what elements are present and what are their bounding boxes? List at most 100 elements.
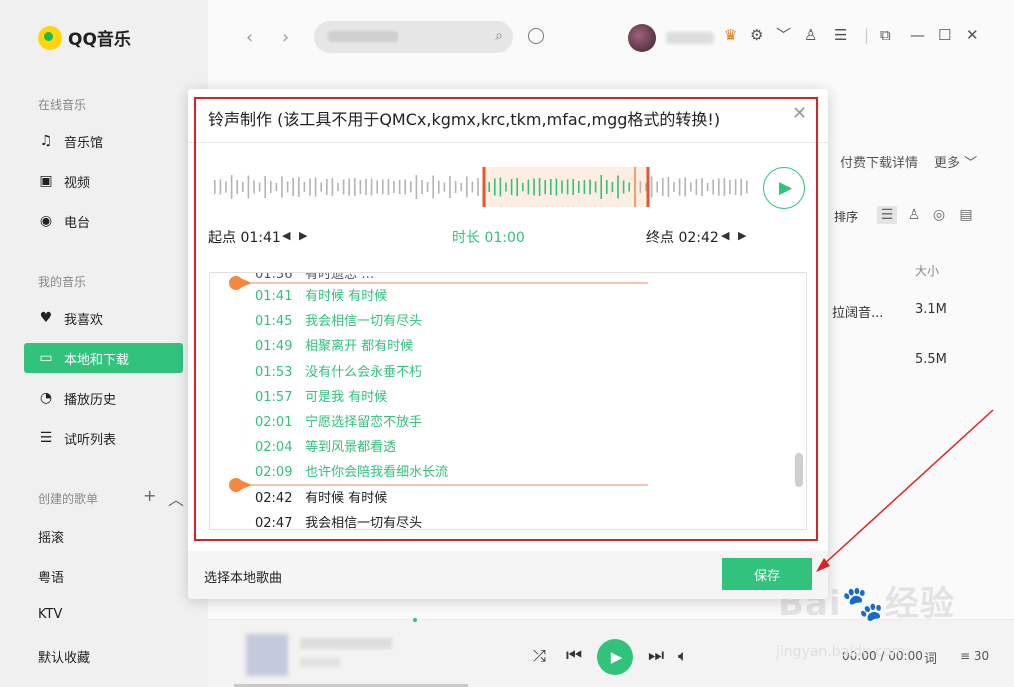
app-name: QQ音乐: [68, 30, 131, 50]
voice-search-icon[interactable]: [528, 28, 544, 44]
album-cell[interactable]: 拉阔音...: [832, 302, 883, 321]
end-increase-icon[interactable]: ▶: [738, 229, 746, 242]
lyric-line[interactable]: 02:47 我会相信一切有尽头: [255, 512, 422, 530]
waveform-bar: [214, 180, 216, 194]
playlist-item[interactable]: KTV: [38, 607, 62, 622]
skin-icon[interactable]: ♙: [804, 28, 817, 43]
avatar[interactable]: [628, 24, 656, 52]
list-view-icon[interactable]: ☰: [877, 206, 897, 224]
playlist-item[interactable]: 粤语: [38, 567, 64, 586]
lyric-button[interactable]: 词: [924, 648, 937, 667]
paid-download-detail-link[interactable]: 付费下载详情: [840, 152, 918, 171]
waveform[interactable]: [212, 167, 752, 207]
lyric-line[interactable]: 02:01 宁愿选择留恋不放手: [255, 411, 422, 430]
sidebar-item-local-download[interactable]: ▭ 本地和下载: [24, 343, 183, 373]
lyric-text: 可是我 有时候: [305, 389, 388, 405]
playhead: [634, 167, 636, 207]
play-pause-button[interactable]: ▶: [597, 639, 633, 675]
sidebar-item-history[interactable]: ◔ 播放历史: [24, 383, 183, 413]
username-blurred[interactable]: [666, 32, 714, 44]
waveform-bar: [488, 182, 490, 192]
waveform-bar: [303, 182, 306, 192]
back-arrow-icon[interactable]: ‹: [246, 27, 253, 48]
waveform-bar: [410, 181, 412, 193]
waveform-bar: [314, 177, 317, 197]
waveform-bar: [746, 180, 748, 194]
save-button[interactable]: 保存: [722, 558, 812, 590]
previous-icon[interactable]: ⏮: [566, 647, 582, 665]
selection-end-handle[interactable]: [646, 167, 650, 207]
start-decrease-icon[interactable]: ◀: [282, 229, 290, 242]
more-menu-button[interactable]: 更多 ﹀: [934, 152, 977, 171]
sidebar-item-favorites[interactable]: ♥ 我喜欢: [24, 303, 183, 333]
playlist-icon: ≡: [960, 649, 971, 663]
sidebar-item-trial-list[interactable]: ☰ 试听列表: [24, 423, 183, 453]
preview-play-button[interactable]: ▶: [763, 167, 805, 209]
lyric-time: 02:47: [255, 515, 293, 530]
waveform-bar: [326, 179, 328, 195]
waveform-bar: [718, 178, 720, 196]
maximize-icon[interactable]: ☐: [938, 28, 951, 43]
end-decrease-icon[interactable]: ◀: [721, 229, 729, 242]
forward-arrow-icon[interactable]: ›: [282, 27, 289, 48]
chevron-down-icon[interactable]: ﹀: [776, 28, 791, 43]
selection-start-handle[interactable]: [482, 167, 486, 207]
album-cover[interactable]: [246, 634, 288, 676]
app-logo[interactable]: QQ音乐: [38, 25, 131, 50]
sidebar-item-radio[interactable]: ◉ 电台: [24, 206, 183, 236]
volume-icon[interactable]: 🔈︎: [678, 648, 688, 664]
lyric-line[interactable]: 02:04 等到风景都看透: [255, 436, 396, 455]
song-artist-blurred[interactable]: [300, 658, 340, 667]
lyric-line[interactable]: 01:57 可是我 有时候: [255, 386, 387, 405]
playlist-item[interactable]: 默认收藏: [38, 647, 90, 666]
sort-button[interactable]: 排序: [834, 208, 858, 225]
mini-mode-icon[interactable]: ⧉: [880, 28, 891, 43]
lyrics-scrollbar[interactable]: [795, 453, 803, 487]
end-time-label: 终点 02:42: [646, 230, 719, 246]
close-icon[interactable]: ✕: [792, 105, 807, 123]
album-view-icon[interactable]: ◎: [929, 206, 949, 224]
shuffle-icon[interactable]: ⤮: [533, 648, 546, 664]
waveform-bar: [286, 181, 289, 193]
waveform-bar: [510, 179, 513, 195]
vip-icon[interactable]: ♛: [724, 28, 737, 43]
choose-local-song-link[interactable]: 选择本地歌曲: [204, 567, 282, 586]
sidebar-item-label: 本地和下载: [64, 352, 130, 368]
search-input[interactable]: ⌕: [314, 21, 513, 53]
add-playlist-icon[interactable]: +: [143, 486, 156, 505]
waveform-bar: [578, 181, 580, 193]
progress-indicator[interactable]: [413, 618, 417, 622]
sidebar-item-video[interactable]: ▣ 视频: [24, 166, 183, 196]
lyric-line[interactable]: 01:45 我会相信一切有尽头: [255, 310, 422, 329]
lyric-text: 等到风景都看透: [305, 440, 397, 456]
lyric-line[interactable]: 01:49 相聚离开 都有时候: [255, 335, 413, 354]
lyric-line[interactable]: 01:41 有时候 有时候: [255, 285, 387, 304]
waveform-bar: [454, 181, 457, 193]
menu-icon[interactable]: ☰: [834, 28, 847, 43]
lyric-line[interactable]: 01:53 没有什么会永垂不朽: [255, 361, 422, 380]
waveform-bar: [236, 180, 238, 194]
singer-view-icon[interactable]: ♙: [904, 206, 924, 224]
song-title-blurred[interactable]: [300, 638, 392, 649]
folder-icon[interactable]: ▤: [956, 206, 976, 224]
size-column-header: 大小: [915, 264, 940, 278]
search-icon[interactable]: ⌕: [495, 28, 503, 44]
lyrics-list[interactable]: 01:36 有时遗忘 … 01:41 有时候 有时候 01:45 我会相信一切有尽…: [209, 272, 807, 530]
play-icon: ▶: [778, 178, 793, 198]
minimize-icon[interactable]: —: [910, 28, 925, 43]
start-increase-icon[interactable]: ▶: [299, 229, 307, 242]
end-marker-icon[interactable]: [228, 477, 648, 493]
coupon-icon[interactable]: ⚙: [750, 28, 763, 43]
waveform-bar: [684, 177, 686, 197]
sidebar-item-music-hall[interactable]: ♫ 音乐馆: [24, 126, 183, 156]
close-window-icon[interactable]: ✕: [966, 28, 979, 43]
next-icon[interactable]: ⏭: [648, 647, 664, 665]
divider: [188, 142, 828, 143]
playlist-count[interactable]: ≡ 30: [960, 649, 989, 663]
waveform-bar: [426, 182, 429, 192]
playlist-item[interactable]: 摇滚: [38, 527, 64, 546]
computer-icon: ▭: [39, 350, 53, 366]
chevron-up-icon[interactable]: ︿: [168, 486, 184, 510]
waveform-bar: [471, 181, 474, 193]
section-my-music: 我的音乐: [38, 275, 87, 289]
